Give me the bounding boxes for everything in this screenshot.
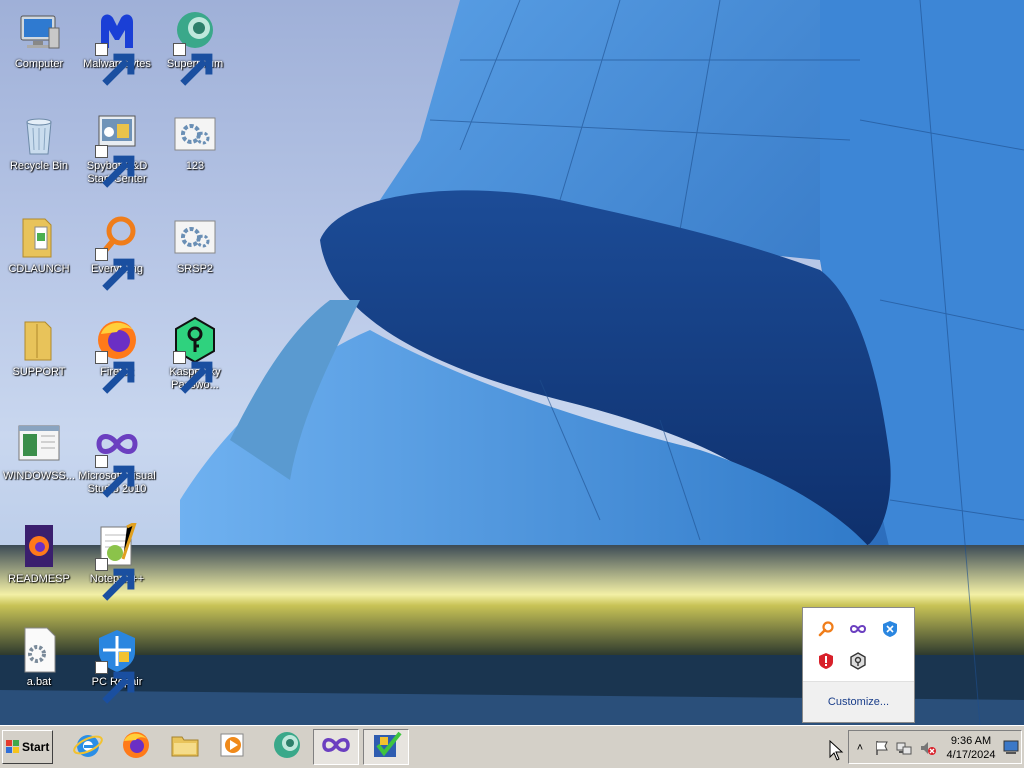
desktop-icon-supermium[interactable]: Supermium xyxy=(156,8,234,86)
firefox-icon xyxy=(120,729,152,766)
taskbar-internet-explorer[interactable] xyxy=(65,729,111,765)
desktop-icon-label: SUPPORT xyxy=(12,366,66,378)
popup-footer: Customize... xyxy=(803,681,914,722)
notification-area-overflow-popup: Customize... xyxy=(802,607,915,723)
taskbar-media-player[interactable] xyxy=(210,729,256,765)
desktop-icon-computer[interactable]: Computer xyxy=(0,8,78,71)
everything-tray-icon[interactable] xyxy=(817,620,835,638)
shortcut-arrow-icon xyxy=(95,248,135,291)
customize-link[interactable]: Customize... xyxy=(803,696,914,708)
shortcut-arrow-icon xyxy=(95,43,135,86)
desktop-icon-label: WINDOWSS... xyxy=(2,470,76,482)
volume-muted-icon[interactable] xyxy=(919,739,937,757)
file-explorer-icon xyxy=(169,729,201,766)
taskbar-visual-studio[interactable] xyxy=(313,729,359,765)
taskbar: Start ˄ 9:36 AM 4/17/2024 xyxy=(0,725,1024,768)
firefox-document-icon xyxy=(15,523,63,571)
desktop-icon-firefox[interactable]: Firefox xyxy=(78,316,156,394)
shortcut-arrow-icon xyxy=(95,351,135,394)
action-center-flag-icon[interactable] xyxy=(873,739,891,757)
media-player-icon xyxy=(217,729,249,766)
desktop-icon-notepad-plus-plus[interactable]: Notepad++ xyxy=(78,523,156,601)
desktop-icon-label: Recycle Bin xyxy=(9,160,69,172)
shortcut-arrow-icon xyxy=(95,455,135,498)
desktop-icon-label: READMESP xyxy=(8,573,70,585)
batch-file-icon xyxy=(15,626,63,674)
start-label: Start xyxy=(22,740,50,754)
desktop-icon-label: CDLAUNCH xyxy=(8,263,70,275)
shortcut-arrow-icon xyxy=(173,351,213,394)
shortcut-arrow-icon xyxy=(95,558,135,601)
malwarebytes-tray-icon[interactable] xyxy=(817,652,835,670)
mouse-cursor xyxy=(829,740,844,761)
desktop-icon-cdlaunch[interactable]: CDLAUNCH xyxy=(0,213,78,276)
clock-time: 9:36 AM xyxy=(950,735,992,747)
windows-logo-icon xyxy=(6,740,19,753)
desktop[interactable]: Computer Malwarebytes Supermium Recycle … xyxy=(0,0,1024,725)
desktop-icon-label: SRSP2 xyxy=(176,263,214,275)
show-hidden-icons-button[interactable]: ˄ xyxy=(853,739,867,757)
shortcut-arrow-icon xyxy=(95,661,135,704)
shortcut-arrow-icon xyxy=(95,145,135,188)
taskbar-installer[interactable] xyxy=(363,729,409,765)
start-button[interactable]: Start xyxy=(2,730,53,764)
desktop-icon-kaspersky[interactable]: Kaspersky Passwo... xyxy=(156,316,234,394)
supermium-icon xyxy=(271,729,303,766)
taskbar-file-explorer[interactable] xyxy=(162,729,208,765)
desktop-icon-visual-studio[interactable]: Microsoft Visual Studio 2010 xyxy=(78,420,156,498)
visual-studio-tray-icon[interactable] xyxy=(849,620,867,638)
desktop-icon-readmesp[interactable]: READMESP xyxy=(0,523,78,586)
settings-file-icon xyxy=(171,110,219,158)
visual-studio-icon xyxy=(320,729,352,766)
clock[interactable]: 9:36 AM 4/17/2024 xyxy=(941,734,1001,762)
folder-icon xyxy=(15,316,63,364)
shortcut-arrow-icon xyxy=(173,43,213,86)
notification-area: ˄ 9:36 AM 4/17/2024 xyxy=(848,730,1022,764)
desktop-icon-malwarebytes[interactable]: Malwarebytes xyxy=(78,8,156,86)
taskbar-firefox[interactable] xyxy=(113,729,159,765)
internet-explorer-icon xyxy=(72,729,104,766)
window-file-icon xyxy=(15,420,63,468)
clock-date: 4/17/2024 xyxy=(946,749,996,761)
desktop-icon-123[interactable]: 123 xyxy=(156,110,234,173)
installer-check-icon xyxy=(370,729,402,766)
supermium-tray-icon[interactable] xyxy=(881,620,899,638)
desktop-icon-support[interactable]: SUPPORT xyxy=(0,316,78,379)
desktop-icon-windowss[interactable]: WINDOWSS... xyxy=(0,420,78,483)
computer-icon xyxy=(15,8,63,56)
desktop-icon-recycle-bin[interactable]: Recycle Bin xyxy=(0,110,78,173)
folder-icon xyxy=(15,213,63,261)
show-desktop-button[interactable] xyxy=(1003,738,1019,756)
settings-file-icon xyxy=(171,213,219,261)
desktop-icon-label: 123 xyxy=(185,160,205,172)
desktop-icon-everything[interactable]: Everything xyxy=(78,213,156,291)
desktop-icon-spybot[interactable]: Spybot-S&D Start Center xyxy=(78,110,156,188)
taskbar-supermium[interactable] xyxy=(264,729,310,765)
network-icon[interactable] xyxy=(895,739,913,757)
desktop-icon-a-bat[interactable]: a.bat xyxy=(0,626,78,689)
kaspersky-tray-icon[interactable] xyxy=(849,652,867,670)
recycle-bin-icon xyxy=(15,110,63,158)
desktop-icon-label: a.bat xyxy=(26,676,52,688)
desktop-icon-label: Computer xyxy=(14,58,64,70)
desktop-icon-pc-repair[interactable]: PC Repair xyxy=(78,626,156,704)
desktop-icon-srsp2[interactable]: SRSP2 xyxy=(156,213,234,276)
